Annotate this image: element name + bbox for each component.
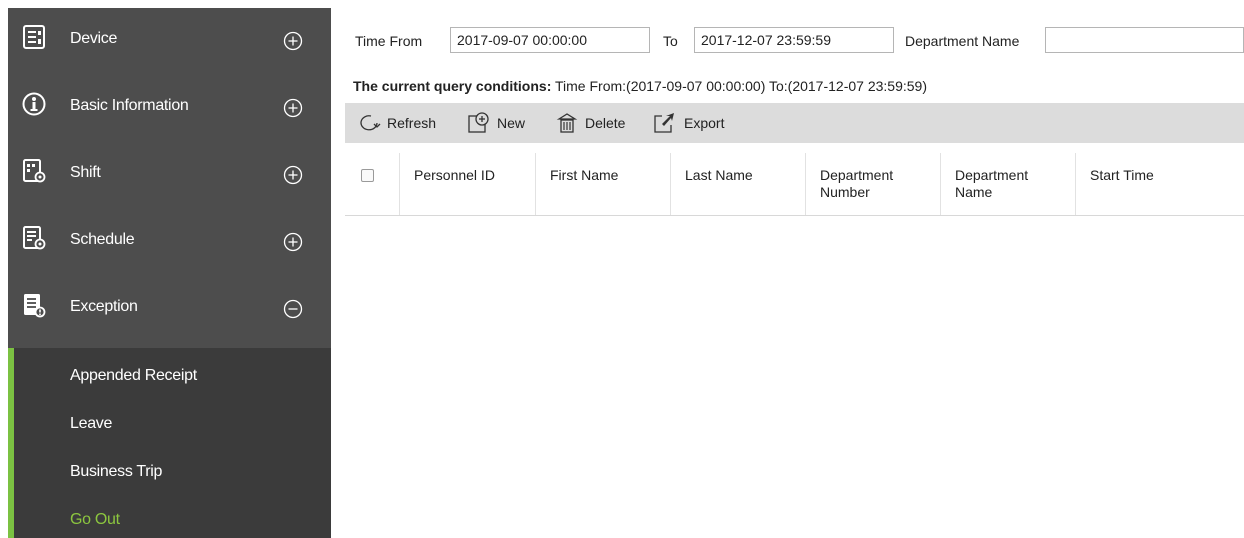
select-all-checkbox[interactable] <box>361 169 374 182</box>
schedule-icon <box>23 226 46 250</box>
column-header-label: First Name <box>550 167 619 183</box>
device-icon <box>23 25 45 49</box>
expand-plus-icon[interactable] <box>283 232 303 252</box>
exception-icon <box>24 294 46 318</box>
select-all-column <box>345 153 400 215</box>
menu-device[interactable]: Device <box>8 8 331 75</box>
data-grid: Personnel ID First Name Last Name Depart… <box>345 153 1244 538</box>
export-icon <box>654 113 674 133</box>
menu-shift[interactable]: Shift <box>8 142 331 209</box>
column-header-label: Personnel ID <box>414 167 495 183</box>
menu-device-label: Device <box>70 30 118 47</box>
query-conditions-text: Time From:(2017-09-07 00:00:00) To:(2017… <box>551 78 927 94</box>
new-icon <box>468 112 489 133</box>
new-button[interactable]: New <box>467 103 525 143</box>
menu-exception-label: Exception <box>70 298 138 315</box>
menu-shift-label: Shift <box>70 164 101 181</box>
shift-icon <box>23 159 46 183</box>
export-button[interactable]: Export <box>652 103 724 143</box>
time-from-label: Time From <box>355 33 423 49</box>
new-label: New <box>497 115 526 131</box>
query-conditions: The current query conditions: Time From:… <box>353 78 927 94</box>
column-header-label: Department Name <box>955 167 1029 200</box>
refresh-icon <box>360 115 381 131</box>
submenu-appended-receipt[interactable]: Appended Receipt <box>70 367 197 385</box>
column-start-time[interactable]: Start Time <box>1076 153 1244 215</box>
query-conditions-prefix: The current query conditions: <box>353 78 552 94</box>
refresh-label: Refresh <box>387 115 437 131</box>
grid-header: Personnel ID First Name Last Name Depart… <box>345 153 1244 216</box>
column-header-label: Department Number <box>820 167 894 200</box>
submenu-leave[interactable]: Leave <box>70 415 112 433</box>
column-last-name[interactable]: Last Name <box>671 153 806 215</box>
expand-plus-icon[interactable] <box>283 31 303 51</box>
expand-plus-icon[interactable] <box>283 98 303 118</box>
menu-exception[interactable]: Exception <box>8 276 331 343</box>
menu-basic-information-label: Basic Information <box>70 97 189 114</box>
submenu-go-out[interactable]: Go Out <box>70 511 120 529</box>
column-first-name[interactable]: First Name <box>536 153 671 215</box>
column-department-number[interactable]: Department Number <box>806 153 941 215</box>
delete-button[interactable]: Delete <box>555 103 625 143</box>
collapse-minus-icon[interactable] <box>283 299 303 319</box>
expand-plus-icon[interactable] <box>283 165 303 185</box>
info-icon <box>22 92 46 116</box>
column-header-label: Start Time <box>1090 167 1154 183</box>
time-from-input[interactable] <box>450 27 650 53</box>
column-header-label: Last Name <box>685 167 753 183</box>
exception-submenu: Appended Receipt Leave Business Trip Go … <box>8 348 331 538</box>
submenu-accent-bar <box>8 348 14 538</box>
refresh-button[interactable]: Refresh <box>359 103 436 143</box>
menu-schedule-label: Schedule <box>70 231 135 248</box>
menu-schedule[interactable]: Schedule <box>8 209 331 276</box>
time-to-input[interactable] <box>694 27 894 53</box>
to-label: To <box>663 33 678 49</box>
column-personnel-id[interactable]: Personnel ID <box>400 153 536 215</box>
main-panel: Time From To Department Name The current… <box>345 8 1244 538</box>
delete-label: Delete <box>585 115 626 131</box>
department-name-input[interactable] <box>1045 27 1244 53</box>
column-department-name[interactable]: Department Name <box>941 153 1076 215</box>
delete-icon <box>556 113 578 133</box>
submenu-business-trip[interactable]: Business Trip <box>70 463 162 481</box>
export-label: Export <box>684 115 725 131</box>
menu-basic-information[interactable]: Basic Information <box>8 75 331 142</box>
sidebar: Device Basic Information Shift Schedule … <box>8 8 331 538</box>
toolbar: Refresh New Delete Export <box>345 103 1244 143</box>
department-name-label: Department Name <box>905 33 1020 49</box>
